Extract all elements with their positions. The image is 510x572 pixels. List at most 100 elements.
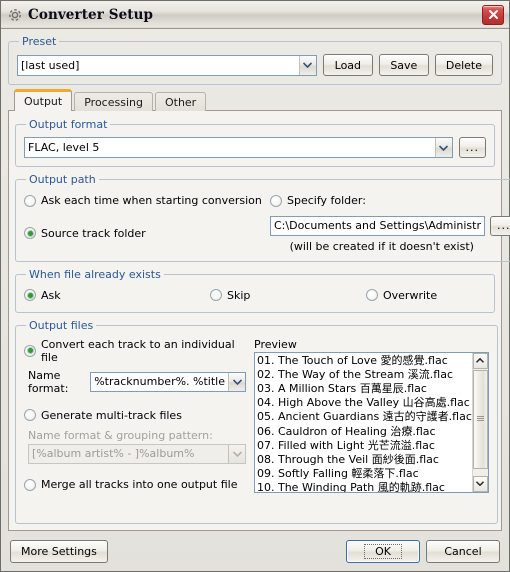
radio-merge-all-tracks-label: Merge all tracks into one output file bbox=[41, 478, 238, 491]
radio-dot bbox=[24, 478, 36, 491]
tab-output[interactable]: Output bbox=[14, 89, 73, 111]
radio-specify-folder[interactable]: Specify folder: bbox=[270, 194, 366, 207]
scroll-down-icon[interactable] bbox=[472, 475, 488, 492]
preset-combo[interactable]: [last used] bbox=[17, 54, 317, 76]
close-icon[interactable] bbox=[482, 4, 504, 25]
dialog-footer: More Settings OK Cancel bbox=[1, 531, 509, 571]
list-item[interactable]: 02. The Way of the Stream 溪流.flac bbox=[257, 368, 472, 382]
radio-overwrite-label: Overwrite bbox=[383, 288, 438, 302]
folder-browse-button[interactable]: ... bbox=[490, 215, 510, 236]
list-item[interactable]: 03. A Million Stars 百萬星辰.flac bbox=[257, 382, 472, 396]
output-format-legend: Output format bbox=[29, 118, 108, 131]
chevron-down-icon[interactable] bbox=[434, 138, 452, 157]
grip-icon bbox=[476, 415, 484, 423]
folder-path-input[interactable]: C:\Documents and Settings\Administr bbox=[270, 215, 486, 236]
tab-processing-label: Processing bbox=[84, 95, 143, 109]
output-files-options: Convert each track to an individual file… bbox=[24, 338, 246, 494]
output-files-group: Output files Convert each track to an in… bbox=[15, 318, 498, 524]
radio-ask-each-time-label: Ask each time when starting conversion bbox=[41, 194, 262, 207]
list-item[interactable]: 01. The Touch of Love 愛的感覺.flac bbox=[257, 354, 472, 368]
load-preset-label: Load bbox=[334, 58, 362, 72]
radio-dot bbox=[24, 344, 36, 357]
list-item[interactable]: 09. Softly Falling 輕柔落下.flac bbox=[257, 467, 472, 481]
output-format-combo[interactable]: FLAC, level 5 bbox=[24, 137, 453, 158]
radio-dot bbox=[210, 289, 222, 301]
cancel-button[interactable]: Cancel bbox=[426, 539, 500, 563]
name-format-combo[interactable]: %tracknumber%. %title bbox=[90, 371, 246, 392]
when-exists-legend: When file already exists bbox=[29, 267, 161, 281]
output-path-group: Output path Ask each time when starting … bbox=[15, 173, 510, 262]
output-format-value: FLAC, level 5 bbox=[28, 141, 100, 154]
radio-overwrite[interactable]: Overwrite bbox=[366, 289, 437, 302]
title-bar: Converter Setup bbox=[1, 1, 509, 29]
save-preset-label: Save bbox=[390, 58, 418, 72]
radio-dot bbox=[24, 227, 36, 239]
chevron-down-icon[interactable] bbox=[298, 55, 316, 75]
delete-preset-label: Delete bbox=[445, 58, 482, 72]
tab-processing[interactable]: Processing bbox=[74, 92, 153, 111]
radio-specify-folder-label: Specify folder: bbox=[287, 194, 366, 207]
more-settings-label: More Settings bbox=[21, 544, 97, 558]
list-item[interactable]: 05. Ancient Guardians 遠古的守護者.flac bbox=[257, 410, 472, 424]
folder-created-note: (will be created if it doesn't exist) bbox=[289, 239, 474, 253]
preview-scrollbar[interactable] bbox=[471, 352, 488, 492]
cancel-label: Cancel bbox=[444, 544, 482, 558]
list-item[interactable]: 04. High Above the Valley 山谷高處.flac bbox=[257, 396, 472, 410]
preview-items: 01. The Touch of Love 愛的感覺.flac 02. The … bbox=[255, 353, 472, 492]
ok-button[interactable]: OK bbox=[346, 539, 420, 563]
window-title: Converter Setup bbox=[28, 6, 154, 23]
tab-page-output: Output format FLAC, level 5 ... Output p… bbox=[8, 110, 510, 531]
tab-other-label: Other bbox=[164, 95, 197, 109]
gear-icon bbox=[7, 7, 23, 23]
scrollbar-track[interactable] bbox=[472, 369, 488, 476]
folder-path-value: C:\Documents and Settings\Administr bbox=[274, 218, 482, 232]
list-item[interactable]: 06. Cauldron of Healing 治療.flac bbox=[257, 425, 472, 439]
scroll-up-icon[interactable] bbox=[472, 352, 488, 369]
radio-generate-multi-track[interactable]: Generate multi-track files bbox=[24, 409, 182, 422]
converter-setup-window: Converter Setup Preset [last used] Load bbox=[0, 0, 510, 572]
output-files-legend: Output files bbox=[29, 318, 94, 332]
tab-other[interactable]: Other bbox=[154, 92, 207, 111]
chevron-down-icon[interactable] bbox=[228, 372, 245, 391]
radio-convert-each-track[interactable]: Convert each track to an individual file bbox=[24, 338, 246, 364]
radio-ask-label: Ask bbox=[41, 288, 61, 302]
preset-group: Preset [last used] Load Save Delete bbox=[8, 35, 502, 85]
name-format-value: %tracknumber%. %title bbox=[94, 374, 225, 388]
delete-preset-button[interactable]: Delete bbox=[434, 54, 493, 76]
radio-source-track-folder[interactable]: Source track folder bbox=[24, 227, 146, 240]
tab-strip: Output Processing Other bbox=[8, 89, 502, 111]
save-preset-button[interactable]: Save bbox=[378, 54, 429, 76]
radio-source-track-folder-label: Source track folder bbox=[41, 226, 146, 240]
when-exists-group: When file already exists Ask Skip Overwr… bbox=[15, 267, 495, 313]
radio-skip[interactable]: Skip bbox=[210, 289, 366, 302]
more-settings-button[interactable]: More Settings bbox=[10, 539, 108, 563]
radio-dot bbox=[24, 409, 36, 421]
chevron-down-icon bbox=[228, 445, 245, 463]
grouping-pattern-combo: [%album artist% - ]%album% bbox=[28, 444, 246, 464]
load-preset-button[interactable]: Load bbox=[322, 54, 373, 76]
list-item[interactable]: 08. Through the Veil 面紗後面.flac bbox=[257, 453, 472, 467]
output-format-browse-label: ... bbox=[465, 141, 479, 154]
grouping-pattern-label: Name format & grouping pattern: bbox=[28, 429, 213, 442]
list-item[interactable]: 07. Filled with Light 光芒流溢.flac bbox=[257, 439, 472, 453]
radio-ask[interactable]: Ask bbox=[24, 289, 210, 302]
ok-label: OK bbox=[364, 543, 402, 559]
scrollbar-thumb[interactable] bbox=[472, 369, 488, 469]
output-path-legend: Output path bbox=[29, 173, 96, 186]
radio-dot bbox=[24, 289, 36, 301]
preset-value: [last used] bbox=[21, 58, 80, 72]
client-area: Preset [last used] Load Save Delete Outp… bbox=[1, 29, 510, 531]
radio-merge-all-tracks[interactable]: Merge all tracks into one output file bbox=[24, 478, 237, 491]
radio-ask-each-time[interactable]: Ask each time when starting conversion bbox=[24, 194, 262, 207]
preview-listbox[interactable]: 01. The Touch of Love 愛的感覺.flac 02. The … bbox=[254, 351, 489, 493]
folder-browse-label: ... bbox=[497, 219, 510, 232]
preview-label: Preview bbox=[254, 337, 297, 351]
output-format-browse-button[interactable]: ... bbox=[458, 137, 486, 158]
grouping-pattern-value: [%album artist% - ]%album% bbox=[32, 447, 195, 460]
preview-panel: Preview 01. The Touch of Love 愛的感覺.flac … bbox=[254, 338, 489, 494]
radio-dot bbox=[366, 289, 378, 301]
list-item[interactable]: 10. The Winding Path 風的軌跡.flac bbox=[257, 481, 472, 491]
radio-dot bbox=[270, 194, 282, 207]
radio-convert-each-track-label: Convert each track to an individual file bbox=[41, 337, 235, 364]
output-format-group: Output format FLAC, level 5 ... bbox=[15, 118, 495, 167]
